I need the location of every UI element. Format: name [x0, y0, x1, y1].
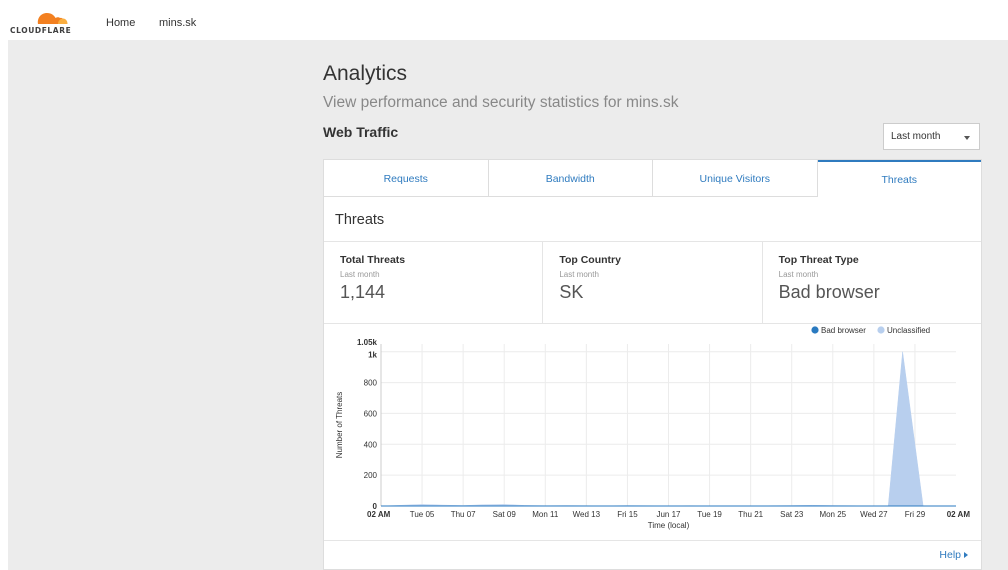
- stat-top-threat-type: Top Threat Type Last month Bad browser: [763, 242, 981, 323]
- help-link[interactable]: Help: [939, 549, 968, 561]
- x-tick-label: 02 AM: [367, 510, 391, 519]
- x-tick-label: Sat 23: [780, 510, 804, 519]
- x-tick-label: Fri 15: [617, 510, 638, 519]
- y-axis-title: Number of Threats: [335, 392, 344, 459]
- stat-value: SK: [559, 282, 584, 302]
- x-tick-label: Jun 17: [656, 510, 681, 519]
- analytics-card: Requests Bandwidth Unique Visitors Threa…: [323, 159, 982, 570]
- x-tick-label: Wed 13: [573, 510, 601, 519]
- page-title: Analytics: [323, 62, 408, 85]
- main-content: Analytics View performance and security …: [323, 40, 985, 570]
- threats-heading: Threats: [335, 212, 385, 228]
- y-tick-label: 200: [364, 471, 378, 480]
- stat-total-threats: Total Threats Last month 1,144: [324, 242, 544, 323]
- legend-label: Unclassified: [887, 326, 930, 335]
- nav-home-link[interactable]: Home: [106, 17, 135, 29]
- tab-requests[interactable]: Requests: [324, 160, 489, 197]
- card-footer: Help: [324, 540, 981, 570]
- analytics-tabs: Requests Bandwidth Unique Visitors Threa…: [324, 160, 981, 198]
- top-bar: CLOUDFLARE Home mins.sk: [0, 0, 1008, 40]
- x-tick-label: Mon 11: [532, 510, 559, 519]
- time-range-select[interactable]: Last month: [883, 123, 980, 150]
- threats-chart-svg: 02004006008001k1.05k02 AM Tue 05 Thu 07 Sat…: [335, 326, 971, 530]
- cloudflare-logo[interactable]: CLOUDFLARE: [10, 8, 86, 36]
- y-tick-label: 600: [364, 409, 378, 418]
- x-tick-label: Tue 05: [410, 510, 435, 519]
- stat-value: 1,144: [340, 282, 386, 302]
- help-label: Help: [939, 549, 961, 561]
- legend-label: Bad browser: [821, 326, 866, 335]
- tab-bandwidth[interactable]: Bandwidth: [488, 160, 653, 197]
- cloud-icon: [37, 13, 68, 24]
- x-tick-label: Tue 19: [697, 510, 722, 519]
- stat-label: Total Threats: [340, 254, 406, 266]
- time-range-value: Last month: [891, 131, 941, 142]
- x-tick-label: Mon 25: [819, 510, 846, 519]
- page-subtitle: View performance and security statistics…: [323, 94, 679, 111]
- nav-site-link[interactable]: mins.sk: [159, 17, 196, 29]
- legend-marker: [811, 326, 819, 334]
- stat-period: Last month: [340, 270, 380, 279]
- stat-value: Bad browser: [778, 282, 880, 302]
- x-tick-label: Thu 07: [451, 510, 476, 519]
- y-tick-label: 800: [364, 379, 378, 388]
- logo-text: CLOUDFLARE: [10, 26, 72, 35]
- caret-right-icon: [964, 552, 968, 559]
- threats-chart: 0 200 400 600 800 1k 1.05k 02 AM Tue 05 Thu 07 Sat…: [324, 322, 981, 540]
- y-tick-label: 1.05k: [357, 338, 378, 347]
- x-axis-title: Time (local): [648, 521, 690, 530]
- tab-unique-visitors[interactable]: Unique Visitors: [653, 160, 818, 197]
- y-tick-label: 1k: [368, 351, 377, 360]
- stat-period: Last month: [778, 270, 819, 279]
- y-tick-label: 400: [364, 440, 378, 449]
- stat-top-country: Top Country Last month SK: [543, 242, 763, 323]
- x-tick-label: Sat 09: [493, 510, 517, 519]
- threat-stats: Total Threats Last month 1,144 Top Count…: [324, 241, 981, 324]
- stat-label: Top Threat Type: [778, 254, 859, 266]
- x-tick-label: Thu 21: [738, 510, 763, 519]
- chevron-down-icon: [964, 136, 970, 140]
- legend-marker: [877, 326, 885, 334]
- stat-label: Top Country: [559, 254, 621, 266]
- section-title: Web Traffic: [323, 124, 399, 140]
- x-tick-label: 02 AM: [947, 510, 971, 519]
- x-tick-label: Fri 29: [905, 510, 926, 519]
- tab-threats[interactable]: Threats: [817, 160, 981, 197]
- x-tick-label: Wed 27: [860, 510, 888, 519]
- stat-period: Last month: [559, 270, 599, 279]
